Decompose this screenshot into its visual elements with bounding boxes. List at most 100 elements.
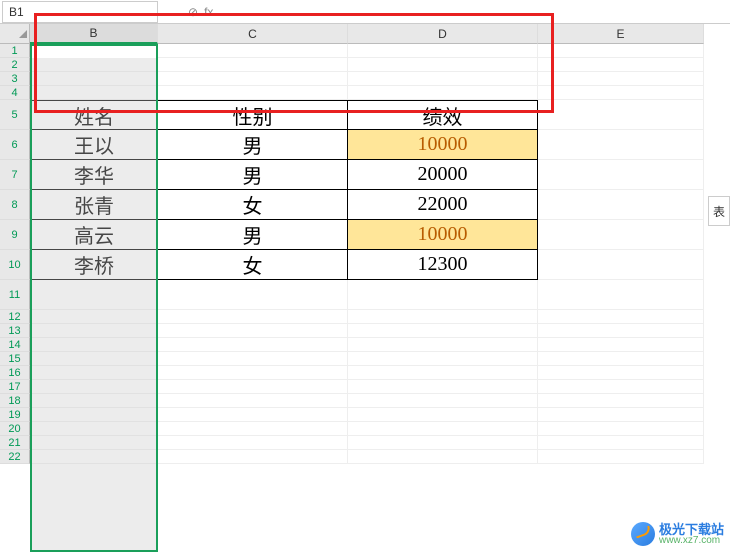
cell-gender[interactable]: 女 <box>158 190 348 220</box>
cell[interactable] <box>30 436 158 450</box>
cell[interactable] <box>158 352 348 366</box>
cell[interactable] <box>348 310 538 324</box>
column-header-c[interactable]: C <box>158 24 348 44</box>
cell[interactable] <box>158 436 348 450</box>
name-box[interactable]: B1 <box>2 1 158 23</box>
cell-performance[interactable]: 20000 <box>348 160 538 190</box>
cell[interactable] <box>348 338 538 352</box>
cell[interactable] <box>158 366 348 380</box>
cell[interactable] <box>538 86 704 100</box>
row-header[interactable]: 17 <box>0 380 30 394</box>
cell[interactable] <box>538 338 704 352</box>
cell[interactable] <box>348 72 538 86</box>
row-header[interactable]: 15 <box>0 352 30 366</box>
cell[interactable] <box>158 394 348 408</box>
cell[interactable] <box>30 58 158 72</box>
cell-name[interactable]: 李桥 <box>30 250 158 280</box>
cell[interactable] <box>348 58 538 72</box>
cell[interactable] <box>158 324 348 338</box>
cell-header-gender[interactable]: 性别 <box>158 100 348 130</box>
cell[interactable] <box>538 220 704 250</box>
column-header-d[interactable]: D <box>348 24 538 44</box>
row-header[interactable]: 10 <box>0 250 30 280</box>
row-header[interactable]: 14 <box>0 338 30 352</box>
cell[interactable] <box>30 450 158 464</box>
cell-performance[interactable]: 12300 <box>348 250 538 280</box>
row-header[interactable]: 22 <box>0 450 30 464</box>
cell[interactable] <box>30 380 158 394</box>
cell[interactable] <box>158 450 348 464</box>
cell[interactable] <box>158 422 348 436</box>
row-header[interactable]: 5 <box>0 100 30 130</box>
cell[interactable] <box>348 86 538 100</box>
cell[interactable] <box>158 86 348 100</box>
cell[interactable] <box>158 72 348 86</box>
cell[interactable] <box>30 422 158 436</box>
cell[interactable] <box>30 366 158 380</box>
row-header[interactable]: 13 <box>0 324 30 338</box>
cell[interactable] <box>538 394 704 408</box>
cell[interactable] <box>30 324 158 338</box>
cell[interactable] <box>30 310 158 324</box>
cell-performance[interactable]: 10000 <box>348 130 538 160</box>
cell[interactable] <box>348 394 538 408</box>
row-header[interactable]: 8 <box>0 190 30 220</box>
cell[interactable] <box>538 352 704 366</box>
cell[interactable] <box>538 324 704 338</box>
cell[interactable] <box>348 450 538 464</box>
cell[interactable] <box>30 280 158 310</box>
row-header[interactable]: 18 <box>0 394 30 408</box>
side-panel-tab[interactable]: 表 <box>708 196 730 226</box>
row-header[interactable]: 1 <box>0 44 30 58</box>
cell[interactable] <box>30 44 158 58</box>
row-header[interactable]: 19 <box>0 408 30 422</box>
cell[interactable] <box>538 380 704 394</box>
cell[interactable] <box>30 408 158 422</box>
cell[interactable] <box>348 352 538 366</box>
cell-name[interactable]: 张青 <box>30 190 158 220</box>
row-header[interactable]: 11 <box>0 280 30 310</box>
cell[interactable] <box>538 250 704 280</box>
cell[interactable] <box>30 338 158 352</box>
cell-header-performance[interactable]: 绩效 <box>348 100 538 130</box>
cell[interactable] <box>538 280 704 310</box>
cell[interactable] <box>30 352 158 366</box>
cell-gender[interactable]: 男 <box>158 130 348 160</box>
cell[interactable] <box>538 72 704 86</box>
cell[interactable] <box>158 280 348 310</box>
cell-name[interactable]: 李华 <box>30 160 158 190</box>
cell[interactable] <box>538 366 704 380</box>
cells-area[interactable]: 姓名 性别 绩效 王以 男 10000 李华 男 20000 张青 <box>30 44 704 464</box>
cell[interactable] <box>348 408 538 422</box>
cell[interactable] <box>538 422 704 436</box>
cell[interactable] <box>30 72 158 86</box>
cell[interactable] <box>158 338 348 352</box>
cell-name[interactable]: 高云 <box>30 220 158 250</box>
cell[interactable] <box>348 324 538 338</box>
cell[interactable] <box>538 450 704 464</box>
cell[interactable] <box>538 408 704 422</box>
fx-icon[interactable]: fx <box>204 5 213 19</box>
cell[interactable] <box>348 436 538 450</box>
row-header[interactable]: 9 <box>0 220 30 250</box>
column-header-b[interactable]: B <box>30 24 158 44</box>
cell-gender[interactable]: 男 <box>158 160 348 190</box>
cell[interactable] <box>538 310 704 324</box>
cancel-icon[interactable]: ⊘ <box>188 5 198 19</box>
row-header[interactable]: 6 <box>0 130 30 160</box>
cell[interactable] <box>158 380 348 394</box>
cell-performance[interactable]: 22000 <box>348 190 538 220</box>
row-header[interactable]: 3 <box>0 72 30 86</box>
select-all-corner[interactable] <box>0 24 30 44</box>
cell[interactable] <box>538 190 704 220</box>
cell-performance[interactable]: 10000 <box>348 220 538 250</box>
cell[interactable] <box>30 86 158 100</box>
row-header[interactable]: 7 <box>0 160 30 190</box>
cell[interactable] <box>538 44 704 58</box>
cell[interactable] <box>348 44 538 58</box>
cell[interactable] <box>348 280 538 310</box>
cell-header-name[interactable]: 姓名 <box>30 100 158 130</box>
cell-name[interactable]: 王以 <box>30 130 158 160</box>
cell[interactable] <box>158 310 348 324</box>
row-header[interactable]: 20 <box>0 422 30 436</box>
